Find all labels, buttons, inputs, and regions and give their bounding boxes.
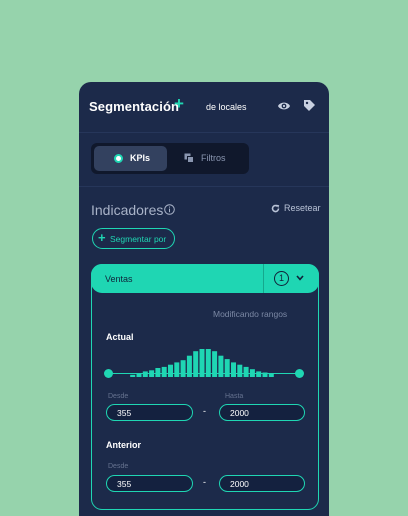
histogram-bar bbox=[180, 360, 186, 377]
actual-range-slider[interactable] bbox=[108, 373, 300, 374]
reset-label: Resetear bbox=[284, 203, 321, 213]
indicadores-title: Indicadores bbox=[91, 202, 164, 218]
tab-filtros[interactable]: Filtros bbox=[181, 146, 246, 171]
actual-hasta-input[interactable]: 2000 bbox=[219, 404, 305, 421]
kpi-dot-icon bbox=[114, 154, 123, 163]
add-icon: + bbox=[98, 230, 106, 245]
slider-min-handle[interactable] bbox=[104, 369, 113, 378]
anterior-hasta-value: 2000 bbox=[230, 479, 249, 489]
histogram-bar bbox=[237, 364, 243, 377]
tag-icon[interactable] bbox=[303, 99, 316, 112]
header-separator bbox=[263, 264, 264, 293]
panel-header: Segmentación + de locales bbox=[79, 82, 329, 132]
actual-hasta-label: Hasta bbox=[225, 393, 244, 400]
histogram-bar bbox=[268, 373, 274, 377]
segmentation-panel: Segmentación + de locales KPIs Filtros I… bbox=[79, 82, 329, 516]
actual-hasta-value: 2000 bbox=[230, 408, 249, 418]
anterior-desde-value: 355 bbox=[117, 479, 132, 489]
histogram-bar bbox=[174, 362, 180, 377]
filter-icon bbox=[184, 153, 194, 163]
actual-desde-value: 355 bbox=[117, 408, 132, 418]
kpi-filter-toggle: KPIs Filtros bbox=[91, 143, 249, 174]
histogram-bar bbox=[224, 359, 230, 377]
histogram-bar bbox=[231, 362, 236, 377]
range-separator: - bbox=[203, 477, 206, 487]
actual-label: Actual bbox=[106, 332, 134, 342]
ventas-title: Ventas bbox=[105, 274, 133, 284]
histogram-bar bbox=[161, 366, 167, 377]
ventas-card: Ventas 1 bbox=[91, 264, 319, 510]
actual-desde-input[interactable]: 355 bbox=[106, 404, 193, 421]
count-badge: 1 bbox=[274, 271, 289, 286]
tab-kpis[interactable]: KPIs bbox=[94, 146, 167, 171]
histogram-bar bbox=[168, 364, 173, 377]
slider-max-handle[interactable] bbox=[295, 369, 304, 378]
info-icon[interactable] bbox=[164, 204, 175, 215]
tab-kpis-label: KPIs bbox=[130, 153, 151, 163]
segmentar-por-label: Segmentar por bbox=[110, 234, 167, 244]
toggle-divider bbox=[79, 186, 329, 187]
anterior-hasta-input[interactable]: 2000 bbox=[219, 475, 305, 492]
ventas-card-header[interactable]: Ventas 1 bbox=[91, 264, 319, 293]
histogram-bar bbox=[243, 366, 249, 377]
refresh-icon bbox=[271, 204, 280, 213]
header-divider bbox=[79, 132, 329, 133]
tab-filtros-label: Filtros bbox=[201, 153, 226, 163]
panel-title: Segmentación bbox=[89, 99, 180, 114]
histogram-bar bbox=[136, 373, 142, 377]
anterior-label: Anterior bbox=[106, 440, 142, 450]
panel-subtitle: de locales bbox=[206, 102, 247, 112]
eye-icon[interactable] bbox=[277, 100, 291, 112]
anterior-desde-label: Desde bbox=[108, 463, 129, 470]
segmentar-por-button[interactable]: + Segmentar por bbox=[92, 228, 175, 249]
range-separator: - bbox=[203, 406, 206, 416]
chevron-down-icon[interactable] bbox=[296, 275, 304, 281]
actual-desde-label: Desde bbox=[108, 393, 129, 400]
plus-icon: + bbox=[174, 94, 184, 113]
status-text: Modificando rangos bbox=[213, 309, 288, 319]
anterior-desde-input[interactable]: 355 bbox=[106, 475, 193, 492]
histogram-bar bbox=[130, 374, 136, 377]
